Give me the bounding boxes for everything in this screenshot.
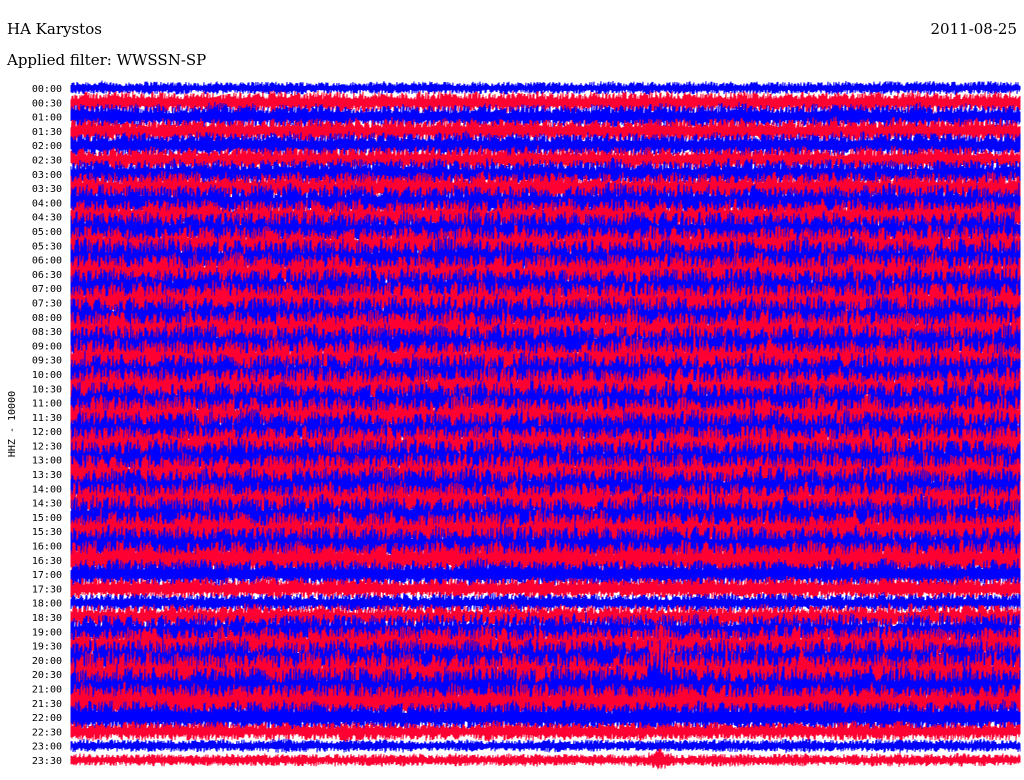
row-time-label: 14:30 bbox=[32, 499, 62, 510]
row-time-label: 13:30 bbox=[32, 470, 62, 481]
row-time-label: 20:00 bbox=[32, 656, 62, 667]
row-time-label: 05:00 bbox=[32, 227, 62, 238]
row-time-label: 02:30 bbox=[32, 155, 62, 166]
row-time-label: 15:00 bbox=[32, 513, 62, 524]
row-time-label: 11:00 bbox=[32, 399, 62, 410]
row-time-label: 14:00 bbox=[32, 484, 62, 495]
row-time-label: 20:30 bbox=[32, 670, 62, 681]
row-time-label: 12:30 bbox=[32, 441, 62, 452]
row-time-label: 11:30 bbox=[32, 413, 62, 424]
row-time-label: 18:00 bbox=[32, 599, 62, 610]
row-time-label: 17:00 bbox=[32, 570, 62, 581]
row-time-label: 10:00 bbox=[32, 370, 62, 381]
row-time-label: 01:00 bbox=[32, 113, 62, 124]
row-time-label: 08:30 bbox=[32, 327, 62, 338]
row-time-label: 21:00 bbox=[32, 685, 62, 696]
row-time-label: 18:30 bbox=[32, 613, 62, 624]
row-time-label: 07:00 bbox=[32, 284, 62, 295]
helicorder-plot: HHZ - 10000 00:00 00:30 01:00 01:30 02:00 02:… bbox=[7, 80, 1021, 770]
row-time-label: 22:30 bbox=[32, 727, 62, 738]
row-time-label: 01:30 bbox=[32, 127, 62, 138]
row-time-label: 23:30 bbox=[32, 756, 62, 767]
row-time-label: 08:00 bbox=[32, 313, 62, 324]
row-time-label: 04:30 bbox=[32, 213, 62, 224]
row-time-label: 03:00 bbox=[32, 170, 62, 181]
row-time-label: 05:30 bbox=[32, 241, 62, 252]
row-time-label: 21:30 bbox=[32, 699, 62, 710]
trace-row-2300 bbox=[70, 738, 1021, 754]
row-time-label: 15:30 bbox=[32, 527, 62, 538]
row-time-label: 00:30 bbox=[32, 98, 62, 109]
row-time-label: 04:00 bbox=[32, 198, 62, 209]
row-time-label: 23:00 bbox=[32, 742, 62, 753]
row-time-label: 16:00 bbox=[32, 542, 62, 553]
row-time-label: 02:00 bbox=[32, 141, 62, 152]
row-time-label: 19:00 bbox=[32, 627, 62, 638]
row-time-label: 09:30 bbox=[32, 356, 62, 367]
row-time-label: 12:00 bbox=[32, 427, 62, 438]
row-time-label: 06:30 bbox=[32, 270, 62, 281]
row-time-label: 10:30 bbox=[32, 384, 62, 395]
y-axis-label: HHZ - 10000 bbox=[7, 391, 18, 457]
row-time-label: 07:30 bbox=[32, 298, 62, 309]
row-time-label: 03:30 bbox=[32, 184, 62, 195]
row-time-label: 17:30 bbox=[32, 584, 62, 595]
row-time-label: 16:30 bbox=[32, 556, 62, 567]
row-time-label: 22:00 bbox=[32, 713, 62, 724]
row-time-label: 06:00 bbox=[32, 256, 62, 267]
row-time-label: 19:30 bbox=[32, 642, 62, 653]
row-time-label: 00:00 bbox=[32, 84, 62, 95]
row-time-label: 09:00 bbox=[32, 341, 62, 352]
row-time-label: 13:00 bbox=[32, 456, 62, 467]
